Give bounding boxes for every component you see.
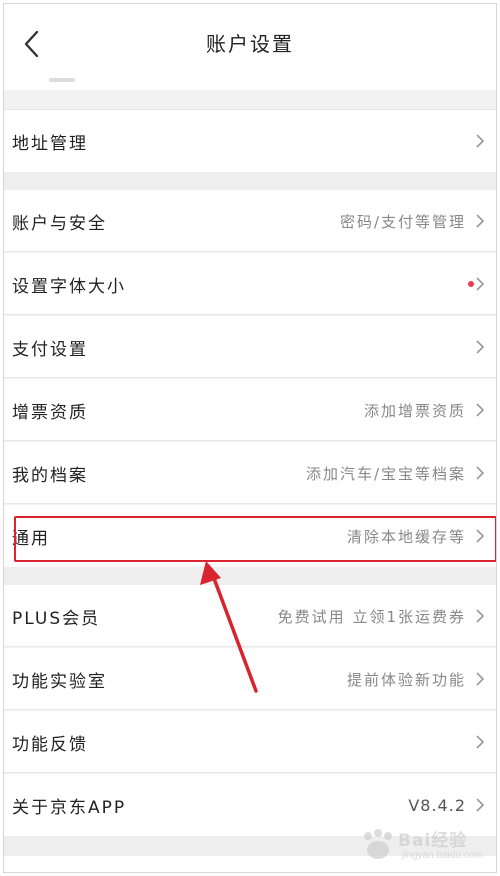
divider (4, 109, 496, 110)
annotation-arrow-icon (200, 561, 258, 693)
row-my-profile[interactable]: 我的档案 添加汽车/宝宝等档案 (4, 442, 496, 504)
section-gap (4, 172, 496, 190)
watermark: Bai经验 jingyan.baidu.com (358, 826, 483, 866)
chevron-right-icon (474, 131, 486, 151)
chevron-right-icon (474, 795, 486, 815)
scroll-remnant (49, 78, 75, 82)
watermark-text: Bai经验 (398, 831, 468, 851)
row-separator (4, 251, 496, 252)
chevron-right-icon (474, 211, 486, 231)
row-separator (4, 772, 496, 773)
chevron-right-icon (474, 463, 486, 483)
row-label: 功能反馈 (12, 734, 88, 755)
row-value: 免费试用 立领1张运费券 (277, 607, 466, 626)
row-label: 支付设置 (12, 339, 88, 360)
row-label: 设置字体大小 (12, 276, 126, 297)
row-label: 关于京东APP (12, 797, 127, 818)
chevron-right-icon (474, 669, 486, 689)
row-separator (4, 314, 496, 315)
row-address-management[interactable]: 地址管理 (4, 110, 496, 172)
row-value: 密码/支付等管理 (339, 212, 466, 231)
highlight-box (14, 516, 496, 562)
row-label: 账户与安全 (12, 213, 107, 234)
paw-logo-icon (364, 829, 392, 859)
row-separator (4, 440, 496, 441)
chevron-right-icon (474, 732, 486, 752)
watermark-url: jingyan.baidu.com (402, 850, 483, 861)
row-label: 地址管理 (12, 133, 88, 154)
row-invoice-qualification[interactable]: 增票资质 添加增票资质 (4, 379, 496, 441)
app-version: V8.4.2 (408, 795, 466, 815)
row-separator (4, 709, 496, 710)
row-separator (4, 503, 496, 504)
row-label: 我的档案 (12, 465, 88, 486)
chevron-right-icon (474, 606, 486, 626)
chevron-right-icon (474, 400, 486, 420)
row-label: 功能实验室 (12, 671, 107, 692)
row-account-security[interactable]: 账户与安全 密码/支付等管理 (4, 190, 496, 252)
row-font-size[interactable]: 设置字体大小 (4, 253, 496, 315)
row-value: 提前体验新功能 (346, 670, 466, 689)
chevron-right-icon (474, 337, 486, 357)
row-payment-settings[interactable]: 支付设置 (4, 316, 496, 378)
row-value: 添加增票资质 (363, 401, 466, 420)
row-value: 添加汽车/宝宝等档案 (305, 464, 466, 483)
chevron-right-icon (474, 274, 486, 294)
row-feedback[interactable]: 功能反馈 (4, 711, 496, 773)
page-title: 账户设置 (206, 32, 294, 56)
navigation-bar: 账户设置 (4, 4, 496, 90)
row-separator (4, 377, 496, 378)
row-label: PLUS会员 (12, 608, 101, 629)
row-label: 增票资质 (12, 402, 88, 423)
screen-frame: 账户设置 地址管理 账户与安全 密码/支付等管理 设置字体大小 支付设置 增票资… (3, 3, 497, 873)
